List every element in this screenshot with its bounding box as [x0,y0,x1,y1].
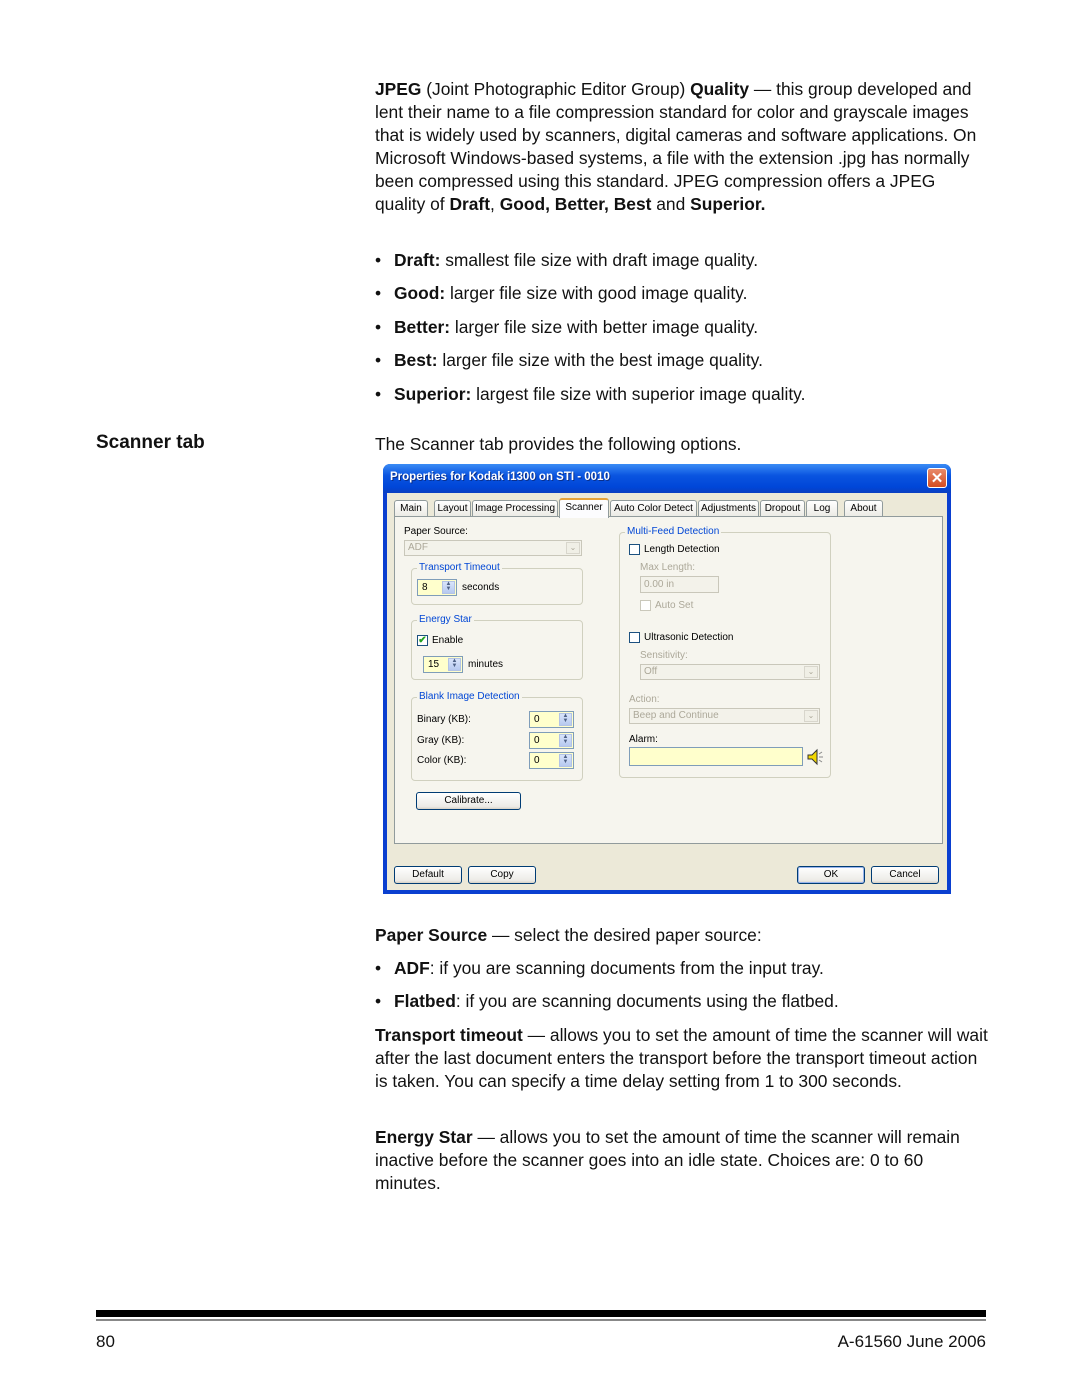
speaker-icon[interactable] [806,748,824,766]
document-id: A-61560 June 2006 [837,1332,986,1351]
spinner-arrows-icon[interactable]: ▲ ▼ [559,713,572,726]
tab-log[interactable]: Log [806,500,838,516]
seconds-label: seconds [462,582,500,593]
energy-star-description: Energy Star — allows you to set the amou… [375,1127,960,1193]
multifeed-detection-title: Multi-Feed Detection [625,526,722,537]
enable-checkbox[interactable]: ✔ [417,635,428,646]
minutes-label: minutes [468,659,504,670]
scanner-tab-panel: Paper Source: ADF ⌄ Transport Timeout 8 … [394,516,943,844]
binary-spinner[interactable]: 0 ▲ ▼ [529,711,574,728]
tab-image-processing[interactable]: Image Processing [472,500,558,516]
dialog-title: Properties for Kodak i1300 on STI - 0010 [390,471,610,483]
transport-timeout-spinner[interactable]: 8 ▲ ▼ [417,579,457,596]
close-icon[interactable]: ✕ [927,468,947,488]
tab-dropout[interactable]: Dropout [760,500,805,516]
chevron-down-icon: ⌄ [804,666,818,678]
tab-auto-color-detect[interactable]: Auto Color Detect [610,500,697,516]
binary-label: Binary (KB): [417,714,471,725]
section-intro: The Scanner tab provides the following o… [375,434,742,454]
tab-scanner[interactable]: Scanner [559,498,609,518]
paper-source-label: Paper Source: [404,526,468,537]
page-number: 80 [96,1332,115,1351]
properties-dialog: Properties for Kodak i1300 on STI - 0010… [383,464,951,894]
multifeed-detection-group: Multi-Feed Detection Length Detection Ma… [619,526,831,778]
transport-timeout-title: Transport Timeout [417,562,502,573]
copy-button[interactable]: Copy [468,866,536,884]
dialog-titlebar[interactable]: Properties for Kodak i1300 on STI - 0010… [383,464,951,493]
section-heading: Scanner tab [96,432,205,453]
max-length-label: Max Length: [640,562,696,573]
action-select[interactable]: Beep and Continue ⌄ [629,708,820,724]
paper-source-description: Paper Source — select the desired paper … [375,925,762,945]
enable-label: Enable [432,635,464,646]
energy-star-spinner[interactable]: 15 ▲ ▼ [423,656,463,673]
list-item: • Best: larger file size with the best im… [375,350,763,370]
length-detection-checkbox[interactable] [629,544,640,555]
list-item: • Better: larger file size with better im… [375,317,759,337]
length-detection-label: Length Detection [644,544,720,555]
paper-source-select[interactable]: ADF ⌄ [404,540,582,556]
tab-main[interactable]: Main [394,500,428,516]
ok-button[interactable]: OK [797,866,865,884]
blank-image-detection-title: Blank Image Detection [417,691,522,702]
chevron-down-icon: ⌄ [804,710,818,722]
color-label: Color (KB): [417,755,467,766]
list-item: • Good: larger file size with good image … [375,283,748,303]
jpeg-quality-paragraph: JPEG (Joint Photographic Editor Group) Q… [375,79,977,214]
footer-rule-thin [96,1319,986,1321]
tab-adjustments[interactable]: Adjustments [698,500,759,516]
term-quality: Quality [690,79,750,99]
alarm-label: Alarm: [629,734,658,745]
gray-spinner[interactable]: 0 ▲ ▼ [529,732,574,749]
term-jpeg: JPEG [375,79,422,99]
footer-rule [96,1310,986,1317]
default-button[interactable]: Default [394,866,462,884]
max-length-input[interactable]: 0.00 in [640,576,719,593]
blank-image-detection-group: Blank Image Detection Binary (KB): 0 ▲ ▼ … [411,691,583,781]
chevron-down-icon: ⌄ [566,542,580,554]
color-spinner[interactable]: 0 ▲ ▼ [529,752,574,769]
ultrasonic-detection-label: Ultrasonic Detection [644,632,734,643]
calibrate-button[interactable]: Calibrate... [416,792,521,810]
sensitivity-select[interactable]: Off ⌄ [640,664,820,680]
transport-timeout-description: Transport timeout — allows you to set th… [375,1025,988,1091]
spinner-arrows-icon[interactable]: ▲ ▼ [559,734,572,747]
tab-layout[interactable]: Layout [434,500,471,516]
gray-label: Gray (KB): [417,735,465,746]
spinner-arrows-icon[interactable]: ▲ ▼ [442,581,455,594]
tab-about[interactable]: About [844,500,883,516]
list-item: • ADF: if you are scanning documents from… [375,958,824,978]
alarm-input[interactable] [629,747,803,766]
dialog-body: Main Layout Image Processing Scanner Aut… [387,493,947,890]
action-label: Action: [629,694,660,705]
list-item: • Draft: smallest file size with draft im… [375,250,759,270]
energy-star-group: Energy Star ✔ Enable 15 ▲ ▼ minutes [411,614,583,680]
list-item: • Superior: largest file size with superi… [375,384,806,404]
list-item: • Flatbed: if you are scanning documents … [375,991,839,1011]
spinner-arrows-icon[interactable]: ▲ ▼ [559,754,572,767]
cancel-button[interactable]: Cancel [871,866,939,884]
auto-set-label: Auto Set [655,600,694,611]
sensitivity-label: Sensitivity: [640,650,688,661]
transport-timeout-group: Transport Timeout 8 ▲ ▼ seconds [411,562,583,605]
auto-set-checkbox[interactable] [640,600,651,611]
energy-star-title: Energy Star [417,614,474,625]
ultrasonic-detection-checkbox[interactable] [629,632,640,643]
spinner-arrows-icon[interactable]: ▲ ▼ [448,658,461,671]
